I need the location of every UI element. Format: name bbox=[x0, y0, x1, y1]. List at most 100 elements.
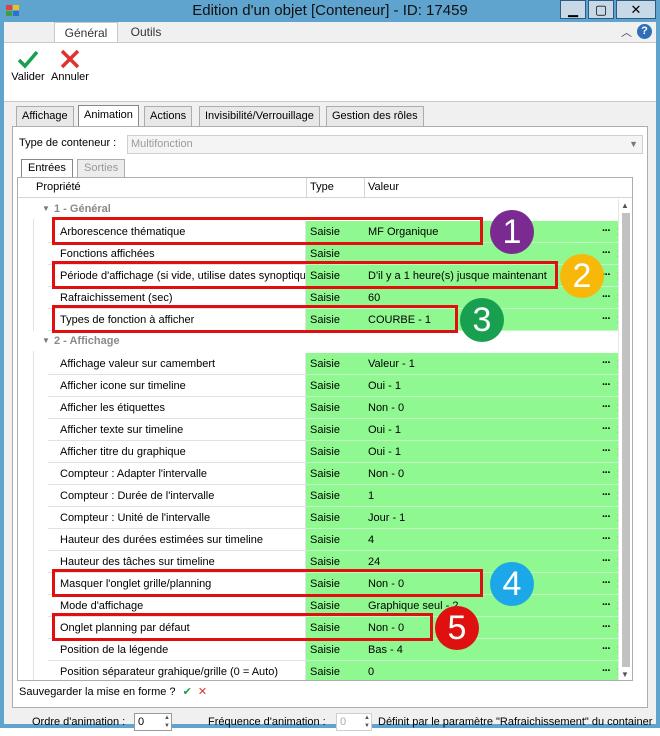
tab-invisibilite-verrouillage[interactable]: Invisibilité/Verrouillage bbox=[199, 106, 320, 126]
type-cell[interactable]: Saisie bbox=[306, 639, 364, 661]
type-cell[interactable]: Saisie bbox=[306, 485, 364, 507]
minimize-icon: ▁ bbox=[568, 1, 578, 17]
ribbon-tabs: Général Outils ︿ ? bbox=[4, 22, 656, 43]
more-options-icon[interactable]: ··· bbox=[602, 661, 611, 680]
frequency-stepper[interactable]: 0 ▲ ▼ bbox=[336, 713, 372, 731]
table-row[interactable]: Afficher texte sur timeline Saisie Oui - 1… bbox=[18, 419, 632, 441]
tab-gestion-des-roles[interactable]: Gestion des rôles bbox=[326, 106, 424, 126]
table-row[interactable]: Compteur : Unité de l'intervalle Saisie Jo… bbox=[18, 507, 632, 529]
animation-panel: Type de conteneur : Multifonction ▼ Entr… bbox=[12, 126, 648, 708]
value-cell[interactable]: Jour - 1···✕ bbox=[364, 507, 632, 529]
more-options-icon[interactable]: ··· bbox=[602, 595, 611, 616]
tab-actions[interactable]: Actions bbox=[144, 106, 193, 126]
more-options-icon[interactable]: ··· bbox=[602, 507, 611, 528]
table-row[interactable]: Affichage valeur sur camembert Saisie Vale… bbox=[18, 353, 632, 375]
type-cell[interactable]: Saisie bbox=[306, 463, 364, 485]
value-text: 60 bbox=[368, 292, 381, 304]
value-cell[interactable]: 4···✕ bbox=[364, 529, 632, 551]
tab-affichage[interactable]: Affichage bbox=[16, 106, 74, 126]
table-row[interactable]: Hauteur des durées estimées sur timeline… bbox=[18, 529, 632, 551]
type-cell[interactable]: Saisie bbox=[306, 441, 364, 463]
ribbon-tab-general[interactable]: Général bbox=[54, 22, 118, 43]
value-cell[interactable]: Non - 0···✕ bbox=[364, 463, 632, 485]
scrollbar-thumb[interactable] bbox=[622, 213, 630, 667]
more-options-icon[interactable]: ··· bbox=[602, 573, 611, 594]
validate-button[interactable]: Valider bbox=[8, 47, 48, 97]
value-text: Jour - 1 bbox=[368, 512, 406, 524]
value-cell[interactable]: 0···✕ bbox=[364, 661, 632, 680]
cancel-button[interactable]: Annuler bbox=[50, 47, 90, 97]
more-options-icon[interactable]: ··· bbox=[602, 353, 611, 374]
save-format-cancel-icon[interactable]: ✕ bbox=[198, 686, 207, 698]
minimize-button[interactable]: ▁ bbox=[560, 0, 586, 19]
save-format-label: Sauvegarder la mise en forme ? bbox=[19, 686, 176, 698]
ribbon-tab-outils[interactable]: Outils bbox=[122, 22, 170, 43]
order-stepper[interactable]: 0 ▲ ▼ bbox=[134, 713, 172, 731]
more-options-icon[interactable]: ··· bbox=[602, 397, 611, 418]
group-header[interactable]: ▼ 1 - Général bbox=[18, 199, 632, 219]
header-value[interactable]: Valeur bbox=[368, 181, 399, 193]
type-cell[interactable]: Saisie bbox=[306, 419, 364, 441]
more-options-icon[interactable]: ··· bbox=[602, 375, 611, 396]
tab-entrees[interactable]: Entrées bbox=[21, 159, 73, 177]
value-cell[interactable]: Valeur - 1···✕ bbox=[364, 353, 632, 375]
value-cell[interactable]: Oui - 1···✕ bbox=[364, 375, 632, 397]
more-options-icon[interactable]: ··· bbox=[602, 287, 611, 308]
more-options-icon[interactable]: ··· bbox=[602, 617, 611, 638]
type-cell[interactable]: Saisie bbox=[306, 353, 364, 375]
more-options-icon[interactable]: ··· bbox=[602, 551, 611, 572]
tab-animation[interactable]: Animation bbox=[78, 105, 139, 127]
group-collapse-icon[interactable]: ▼ bbox=[42, 331, 50, 351]
table-row[interactable]: Position de la légendeSaisieBas - 4···✕ bbox=[18, 639, 632, 661]
close-button[interactable]: ✕ bbox=[616, 0, 656, 19]
type-cell[interactable]: Saisie bbox=[306, 507, 364, 529]
value-cell[interactable]: Non - 0···✕ bbox=[364, 397, 632, 419]
value-cell[interactable]: 1···✕ bbox=[364, 485, 632, 507]
vertical-scrollbar[interactable]: ▲ ▼ bbox=[618, 199, 632, 680]
value-text: Non - 0 bbox=[368, 402, 405, 414]
ribbon: Valider Annuler bbox=[4, 42, 656, 102]
header-type[interactable]: Type bbox=[310, 181, 334, 193]
table-row[interactable]: Compteur : Durée de l'intervalle Saisie 1 ·… bbox=[18, 485, 632, 507]
table-row[interactable]: Position séparateur grahique/grille (0 =… bbox=[18, 661, 632, 680]
tab-sorties[interactable]: Sorties bbox=[77, 159, 126, 177]
more-options-icon[interactable]: ··· bbox=[602, 221, 611, 242]
collapse-ribbon-icon[interactable]: ︿ bbox=[621, 24, 632, 40]
table-row[interactable]: Compteur : Adapter l'intervalle Saisie Non… bbox=[18, 463, 632, 485]
type-cell[interactable]: Saisie bbox=[306, 397, 364, 419]
more-options-icon[interactable]: ··· bbox=[602, 639, 611, 660]
help-icon[interactable]: ? bbox=[637, 24, 652, 39]
scroll-down-icon[interactable]: ▼ bbox=[621, 670, 629, 679]
table-row[interactable]: Afficher titre du graphique Saisie Oui - 1… bbox=[18, 441, 632, 463]
value-cell[interactable]: Oui - 1···✕ bbox=[364, 419, 632, 441]
maximize-button[interactable]: ▢ bbox=[588, 0, 614, 19]
property-cell: Afficher les étiquettes bbox=[48, 397, 306, 419]
value-cell[interactable]: Bas - 4···✕ bbox=[364, 639, 632, 661]
highlight-box bbox=[52, 305, 458, 333]
type-cell[interactable]: Saisie bbox=[306, 375, 364, 397]
checkmark-icon bbox=[17, 50, 39, 69]
more-options-icon[interactable]: ··· bbox=[602, 441, 611, 462]
type-cell[interactable]: Saisie bbox=[306, 529, 364, 551]
group-header[interactable]: ▼ 2 - Affichage bbox=[18, 331, 632, 351]
group-collapse-icon[interactable]: ▼ bbox=[42, 199, 50, 219]
save-format-confirm-icon[interactable]: ✔ bbox=[183, 686, 192, 698]
more-options-icon[interactable]: ··· bbox=[602, 419, 611, 440]
more-options-icon[interactable]: ··· bbox=[602, 243, 611, 264]
type-cell[interactable]: Saisie bbox=[306, 661, 364, 680]
step-number-badge: 2 bbox=[560, 254, 604, 298]
table-row[interactable]: Afficher les étiquettesSaisieNon - 0···✕ bbox=[18, 397, 632, 419]
value-cell[interactable]: Oui - 1···✕ bbox=[364, 441, 632, 463]
frequency-note: Définit par le paramètre "Rafraichisseme… bbox=[378, 716, 653, 728]
value-text: 0 bbox=[368, 666, 375, 678]
table-row[interactable]: Afficher icone sur timeline Saisie Oui - 1… bbox=[18, 375, 632, 397]
property-cell: Hauteur des durées estimées sur timeline bbox=[48, 529, 306, 551]
value-text: 24 bbox=[368, 556, 381, 568]
more-options-icon[interactable]: ··· bbox=[602, 309, 611, 330]
more-options-icon[interactable]: ··· bbox=[602, 485, 611, 506]
header-property[interactable]: Propriété bbox=[36, 181, 81, 193]
more-options-icon[interactable]: ··· bbox=[602, 463, 611, 484]
validate-label: Valider bbox=[11, 71, 45, 83]
more-options-icon[interactable]: ··· bbox=[602, 529, 611, 550]
scroll-up-icon[interactable]: ▲ bbox=[621, 201, 629, 210]
